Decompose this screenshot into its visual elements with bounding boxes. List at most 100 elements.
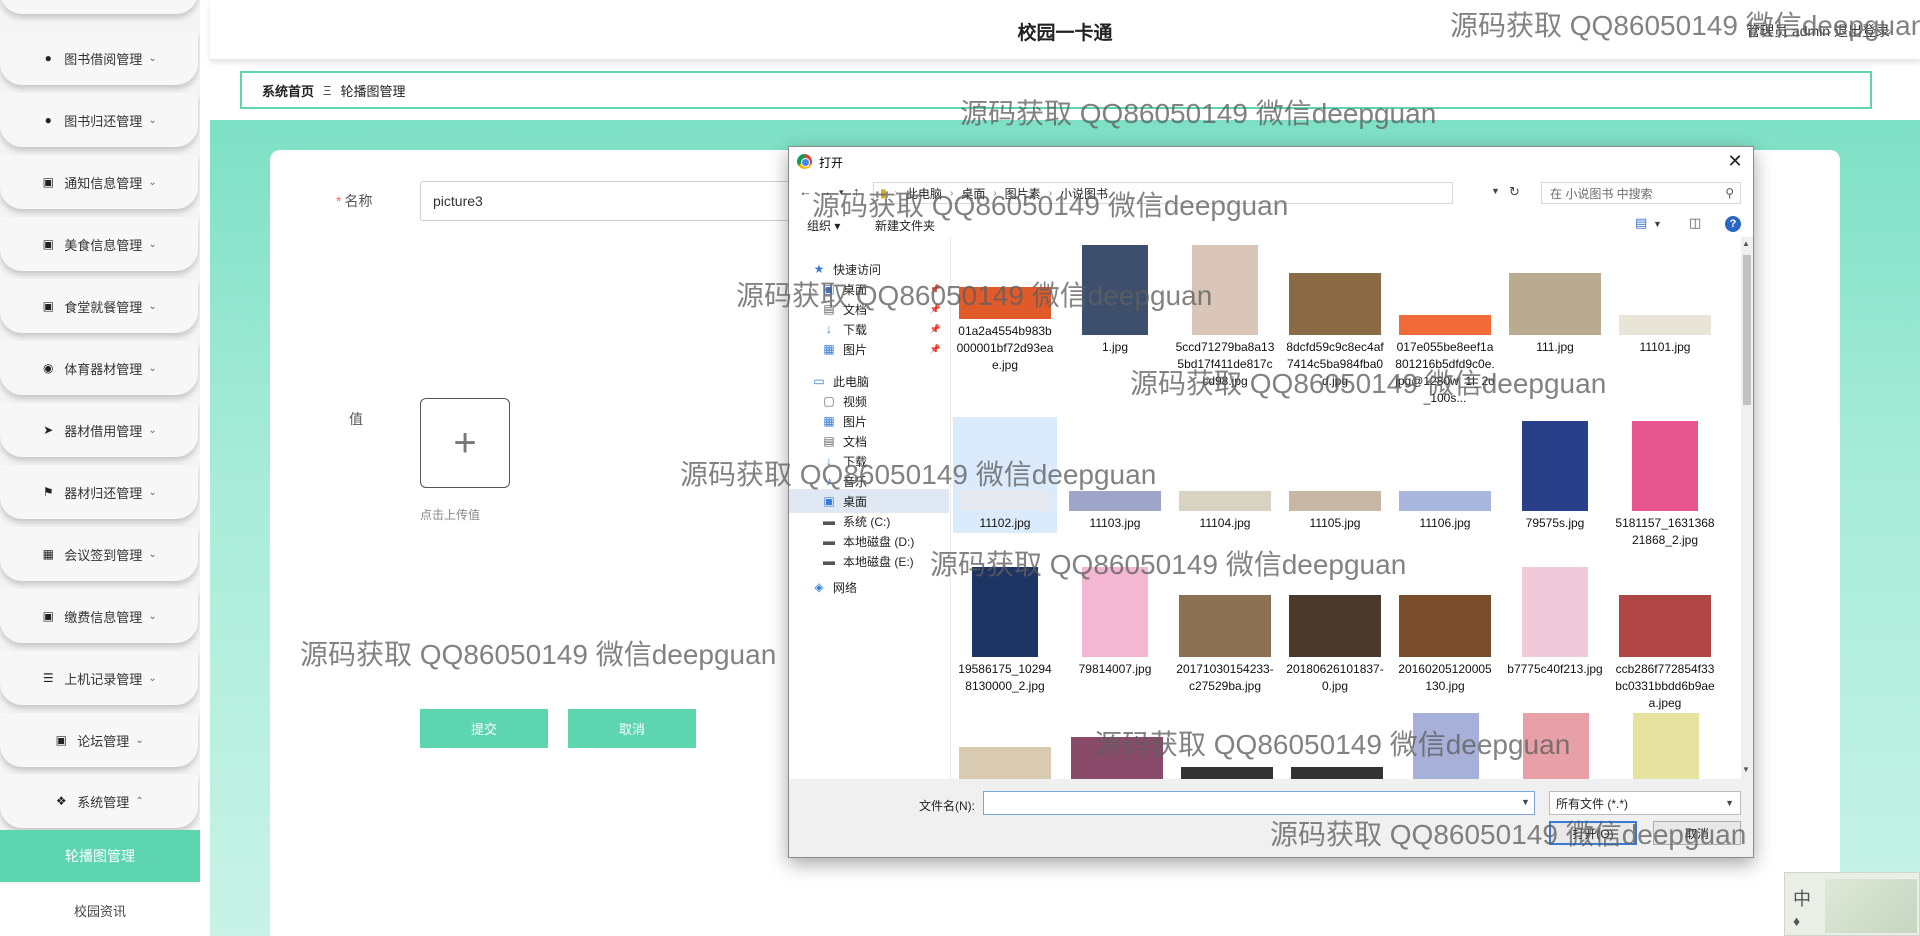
scroll-down-icon[interactable]: ▼ xyxy=(1742,765,1750,774)
file-type-select[interactable]: 所有文件 (*.*) ▼ xyxy=(1549,791,1741,815)
sidebar-item-label: 食堂就餐管理 xyxy=(64,299,143,315)
up-arrow-icon[interactable]: ↑ xyxy=(853,184,860,199)
value-label: 值 xyxy=(349,411,363,427)
user-info-logout[interactable]: 管理员 admin 退出登录 xyxy=(1746,21,1890,41)
ime-widget[interactable]: 中 ♦ xyxy=(1784,872,1920,936)
sidebar-item-forum[interactable]: ▣ 论坛管理 ⌄ xyxy=(0,713,198,767)
dialog-titlebar[interactable]: 打开 ✕ xyxy=(789,147,1753,175)
sidebar-item-label: 体育器材管理 xyxy=(64,361,143,377)
file-item[interactable]: 20160205120005130.jpg xyxy=(1393,595,1497,695)
nav-pictures-pinned[interactable]: ▦ 图片 📌 xyxy=(789,337,949,361)
close-icon[interactable]: ✕ xyxy=(1721,148,1749,174)
sidebar-item-equipment-borrow[interactable]: ➤ 器材借用管理 ⌄ xyxy=(0,403,198,457)
file-list-scrollbar[interactable]: ▲ ▼ xyxy=(1741,237,1753,779)
file-thumbnail xyxy=(1082,567,1148,657)
chevron-down-icon[interactable]: ▼ xyxy=(1521,797,1530,807)
file-item[interactable]: 19586175_102948130000_2.jpg xyxy=(953,567,1057,695)
sidebar-item-canteen[interactable]: ▣ 食堂就餐管理 ⌄ xyxy=(0,279,198,333)
file-thumbnail-partial[interactable] xyxy=(1291,767,1383,779)
file-thumbnail-partial[interactable] xyxy=(1071,737,1163,779)
navigation-pane: ★ 快速访问 ▣ 桌面 📌 ▤ 文档 📌 ↓ 下载 📌 ▦ 图片 📌 ▭ 此电脑 ▢ 视频 ▦ 图片 ▤… xyxy=(789,237,951,779)
scroll-up-icon[interactable]: ▲ xyxy=(1742,239,1750,248)
back-arrow-icon[interactable]: ← xyxy=(799,184,812,199)
search-input[interactable]: 在 小说图书 中搜索 ⚲ xyxy=(1541,182,1741,204)
name-input[interactable]: picture3 xyxy=(420,181,800,221)
file-thumbnail-partial[interactable] xyxy=(1181,767,1273,779)
dialog-cancel-button[interactable]: 取消 xyxy=(1653,821,1741,845)
sidebar-subitem-campus-news[interactable]: 校园资讯 xyxy=(0,884,200,936)
nav-network[interactable]: ◈ 网络 xyxy=(789,575,949,599)
file-thumbnail-partial[interactable] xyxy=(1523,713,1589,779)
new-folder-button[interactable]: 新建文件夹 xyxy=(875,217,935,234)
sidebar-item-label: 系统管理 xyxy=(77,794,130,810)
organize-menu[interactable]: 组织 ▾ xyxy=(807,217,840,234)
sidebar-item-partial[interactable] xyxy=(0,0,198,14)
sidebar-item-sports-equipment[interactable]: ◉ 体育器材管理 ⌄ xyxy=(0,341,198,395)
refresh-icon[interactable]: ↻ xyxy=(1509,184,1520,200)
scrollbar-thumb[interactable] xyxy=(1743,255,1751,405)
address-bar[interactable]: ▮ › 此电脑 › 桌面 › 图片素 › 小说图书 xyxy=(873,182,1453,204)
sidebar-item-meeting-signin[interactable]: ▦ 会议签到管理 ⌄ xyxy=(0,527,198,581)
sidebar-item-payment[interactable]: ▣ 缴费信息管理 ⌄ xyxy=(0,589,198,643)
file-thumbnail-partial[interactable] xyxy=(959,747,1051,779)
file-item[interactable]: 20171030154233-c27529ba.jpg xyxy=(1173,595,1277,695)
view-options-icon[interactable]: ▤ xyxy=(1635,215,1647,231)
file-item[interactable]: 11104.jpg xyxy=(1173,491,1277,532)
sidebar-item-food[interactable]: ▣ 美食信息管理 ⌄ xyxy=(0,217,198,271)
file-item[interactable]: 20180626101837-0.jpg xyxy=(1283,595,1387,695)
sidebar-item-notice[interactable]: ▣ 通知信息管理 ⌄ xyxy=(0,155,198,209)
cancel-button[interactable]: 取消 xyxy=(568,709,696,748)
file-item[interactable]: 5181157_163136821868_2.jpg xyxy=(1613,421,1717,549)
sidebar-item-system[interactable]: ❖ 系统管理 ⌃ xyxy=(0,774,198,828)
sidebar-item-label: 通知信息管理 xyxy=(64,175,143,191)
file-item[interactable]: 8dcfd59c9c8ec4af7414c5ba984fba0d.jpg xyxy=(1283,273,1387,390)
file-item[interactable]: 11103.jpg xyxy=(1063,491,1167,532)
pin-icon: 📌 xyxy=(929,303,941,314)
help-icon[interactable]: ? xyxy=(1725,216,1741,232)
file-item[interactable]: 11105.jpg xyxy=(1283,491,1387,532)
file-item[interactable]: 01a2a4554b983b000001bf72d93eae.jpg xyxy=(953,287,1057,374)
file-item-selected[interactable]: 11102.jpg xyxy=(953,417,1057,533)
desktop-icon: ▣ xyxy=(823,282,835,296)
address-crumb[interactable]: 图片素 xyxy=(1005,185,1041,202)
file-item[interactable]: b7775c40f213.jpg xyxy=(1503,567,1607,678)
upload-button[interactable]: + xyxy=(420,398,510,488)
filename-label: 文件名(N): xyxy=(919,799,975,813)
forward-arrow-icon[interactable]: → xyxy=(819,184,832,199)
file-thumbnail-partial[interactable] xyxy=(1633,713,1699,779)
folder-icon: ▮ xyxy=(880,186,887,200)
sidebar-item-equipment-return[interactable]: ⚑ 器材归还管理 ⌄ xyxy=(0,465,198,519)
file-item[interactable]: 79575s.jpg xyxy=(1503,421,1607,532)
file-item[interactable]: 11106.jpg xyxy=(1393,491,1497,532)
sidebar-subitem-carousel[interactable]: 轮播图管理 xyxy=(0,830,200,882)
nav-drive-e[interactable]: ▬ 本地磁盘 (E:) xyxy=(789,549,949,573)
file-item[interactable]: 79814007.jpg xyxy=(1063,567,1167,678)
file-item[interactable]: 017e055be8eef1a801216b5dfd9c0e.jpg@1280w… xyxy=(1393,315,1497,407)
file-thumbnail-partial[interactable] xyxy=(1413,713,1479,779)
sidebar-item-book-borrow[interactable]: ● 图书借阅管理 ⌄ xyxy=(0,31,198,85)
address-crumb[interactable]: 桌面 xyxy=(961,185,985,202)
file-item[interactable]: 5ccd71279ba8a135bd17f411de817ccd98.jpg xyxy=(1173,245,1277,390)
sidebar-item-computer-records[interactable]: ☰ 上机记录管理 ⌄ xyxy=(0,651,198,705)
recent-dropdown-icon[interactable]: ▾ xyxy=(839,187,844,198)
preview-pane-icon[interactable]: ◫ xyxy=(1689,215,1701,231)
file-item[interactable]: 111.jpg xyxy=(1503,273,1607,356)
skin-icon[interactable]: ♦ xyxy=(1793,913,1800,929)
address-crumb[interactable]: 小说图书 xyxy=(1060,185,1108,202)
chevron-down-icon: ▼ xyxy=(1725,798,1734,808)
ime-language[interactable]: 中 xyxy=(1793,885,1811,911)
file-item[interactable]: 1.jpg xyxy=(1063,245,1167,356)
file-thumbnail xyxy=(1399,595,1491,657)
open-button[interactable]: 打开(O) xyxy=(1549,821,1637,845)
address-crumb[interactable]: 此电脑 xyxy=(906,185,942,202)
chevron-down-icon[interactable]: ▼ xyxy=(1491,186,1500,196)
file-item[interactable]: 11101.jpg xyxy=(1613,315,1717,356)
chevron-down-icon[interactable]: ▼ xyxy=(1653,219,1662,229)
filename-input[interactable] xyxy=(983,791,1535,815)
sidebar-item-book-return[interactable]: ● 图书归还管理 ⌄ xyxy=(0,93,198,147)
breadcrumb-current: 轮播图管理 xyxy=(340,83,406,99)
app-title: 校园一卡通 xyxy=(1017,23,1113,44)
file-item[interactable]: ccb286f772854f33bc0331bbdd6b9aea.jpeg xyxy=(1613,595,1717,712)
breadcrumb-home[interactable]: 系统首页 xyxy=(262,81,314,100)
submit-button[interactable]: 提交 xyxy=(420,709,548,748)
